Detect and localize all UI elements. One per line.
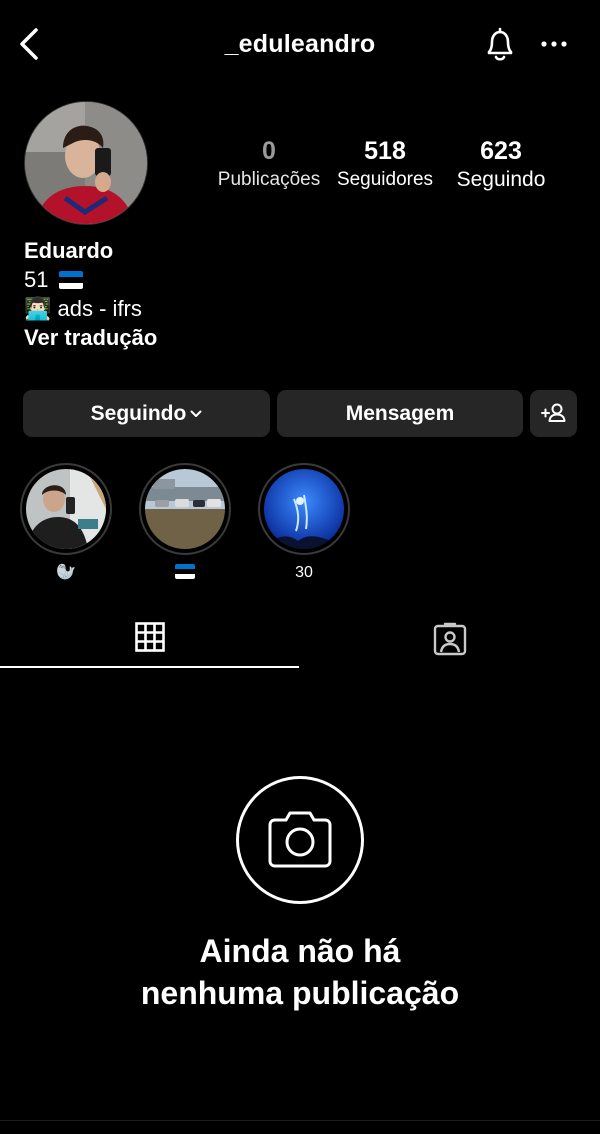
top-bar: _eduleandro [0,0,600,90]
tagged-icon [433,622,467,656]
message-button-label: Mensagem [345,402,455,425]
profile-bio: Eduardo 51 👨🏻‍💻 ads - ifrs Ver tradução [24,236,564,352]
story-highlight[interactable]: 🦭 [20,463,112,583]
suggested-accounts-button[interactable] [530,390,577,437]
see-translation-link[interactable]: Ver tradução [24,323,564,352]
bell-icon[interactable] [482,26,518,64]
highlight-caption [139,563,231,583]
chevron-down-icon [190,410,202,417]
highlight-ring [20,463,112,555]
highlight-caption: 30 [295,564,313,581]
following-button[interactable]: Seguindo [23,390,270,437]
bio-line-2: 👨🏻‍💻 ads - ifrs [24,294,564,323]
technologist-emoji: 👨🏻‍💻 [24,296,52,321]
story-highlight[interactable]: 30 [258,463,350,583]
bio-line-1: 51 [24,265,564,294]
posts-label: Publicações [217,169,321,190]
following-value: 623 [480,137,522,165]
bio-line-1-text: 51 [24,267,49,292]
following-button-label: Seguindo [90,402,187,425]
posts-count[interactable]: 0 Publicações [210,136,328,194]
followers-label: Seguidores [336,169,434,190]
following-count[interactable]: 623 Seguindo [448,136,554,194]
empty-state-line-2: nenhuma publicação [140,975,460,1011]
empty-state-message: Ainda não há nenhuma publicação [0,930,600,1014]
empty-state-line-1: Ainda não há [199,933,401,969]
bio-line-2-text: ads - ifrs [57,296,142,321]
profile-name: Eduardo [24,238,114,263]
highlight-ring [139,463,231,555]
message-button[interactable]: Mensagem [277,390,523,437]
camera-icon [268,811,332,868]
highlight-caption: 🦭 [56,564,76,581]
profile-stats: 0 Publicações 518 Seguidores 623 Seguind… [210,136,570,200]
active-tab-indicator [0,666,299,668]
following-label: Seguindo [456,168,546,191]
posts-value: 0 [262,137,276,165]
divider [0,1120,600,1121]
estonia-flag-icon [58,271,83,289]
more-icon[interactable] [538,32,570,56]
tab-posts-grid[interactable] [0,610,300,668]
highlight-image [145,469,225,549]
add-person-icon [541,403,566,422]
story-highlight[interactable] [139,463,231,583]
followers-value: 518 [364,137,406,165]
empty-state-camera [236,776,364,904]
followers-count[interactable]: 518 Seguidores [330,136,440,194]
highlight-image [264,469,344,549]
profile-avatar[interactable] [24,101,148,225]
highlight-image [26,469,106,549]
tab-tagged[interactable] [300,610,600,668]
estonia-flag-icon [175,564,195,579]
highlight-ring [258,463,350,555]
grid-icon [135,622,165,652]
